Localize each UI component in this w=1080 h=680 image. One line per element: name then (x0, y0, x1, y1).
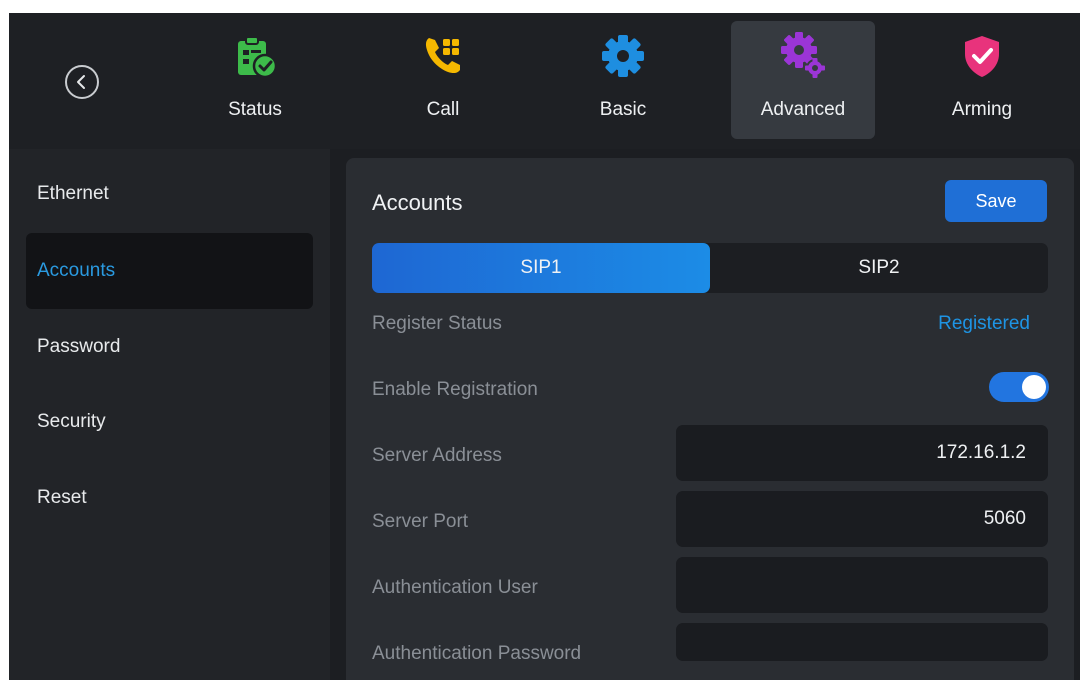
enable-registration-label: Enable Registration (372, 379, 538, 400)
tab-sip2[interactable]: SIP2 (710, 243, 1048, 293)
sidebar-item-accounts[interactable]: Accounts (26, 233, 313, 309)
sidebar-item-label: Security (37, 411, 106, 432)
sidebar: Ethernet Accounts Password Security Rese… (9, 149, 330, 680)
server-address-field[interactable]: 172.16.1.2 (676, 425, 1048, 481)
call-phone-icon (418, 31, 468, 81)
tab-advanced[interactable]: Advanced (731, 21, 875, 139)
tab-arming-label: Arming (951, 99, 1013, 120)
tab-status-label: Status (228, 99, 282, 120)
server-address-label: Server Address (372, 445, 502, 466)
sidebar-item-ethernet[interactable]: Ethernet (26, 156, 313, 232)
tab-status[interactable]: Status (183, 21, 327, 139)
tab-call[interactable]: Call (371, 21, 515, 139)
device-screen: Status Call Basic Advanced Arming Ethern… (9, 13, 1080, 680)
status-clipboard-check-icon (230, 31, 280, 81)
server-port-label: Server Port (372, 511, 469, 532)
arming-shield-icon (957, 31, 1007, 81)
register-status-label: Register Status (372, 313, 502, 334)
advanced-gears-icon (778, 31, 828, 81)
sidebar-item-label: Password (37, 336, 121, 357)
sip-segment-control: SIP1 SIP2 (372, 243, 1048, 293)
top-nav-bar: Status Call Basic Advanced Arming (9, 13, 1080, 149)
chevron-left-icon (77, 75, 85, 89)
auth-user-label: Authentication User (372, 577, 538, 598)
save-button[interactable]: Save (945, 180, 1047, 222)
server-port-field[interactable]: 5060 (676, 491, 1048, 547)
tab-advanced-label: Advanced (760, 99, 846, 120)
page-title: Accounts (372, 190, 463, 215)
sidebar-item-label: Ethernet (37, 183, 109, 204)
sidebar-item-security[interactable]: Security (26, 384, 313, 460)
auth-password-field[interactable] (676, 623, 1048, 661)
enable-registration-toggle[interactable] (989, 372, 1049, 402)
tab-sip1[interactable]: SIP1 (372, 243, 710, 293)
toggle-knob (1022, 375, 1046, 399)
sidebar-item-label: Reset (37, 487, 87, 508)
tab-arming[interactable]: Arming (910, 21, 1054, 139)
sidebar-item-label: Accounts (37, 260, 116, 281)
tab-basic-label: Basic (599, 99, 647, 120)
back-button[interactable] (65, 65, 99, 99)
sidebar-item-password[interactable]: Password (26, 309, 313, 385)
auth-user-field[interactable] (676, 557, 1048, 613)
sidebar-item-reset[interactable]: Reset (26, 460, 313, 536)
basic-gear-icon (598, 31, 648, 81)
tab-basic[interactable]: Basic (551, 21, 695, 139)
register-status-value: Registered (938, 313, 1030, 334)
auth-password-label: Authentication Password (372, 643, 582, 664)
accounts-panel: Accounts Save SIP1 SIP2 Register Status … (346, 158, 1074, 680)
tab-call-label: Call (426, 99, 460, 120)
